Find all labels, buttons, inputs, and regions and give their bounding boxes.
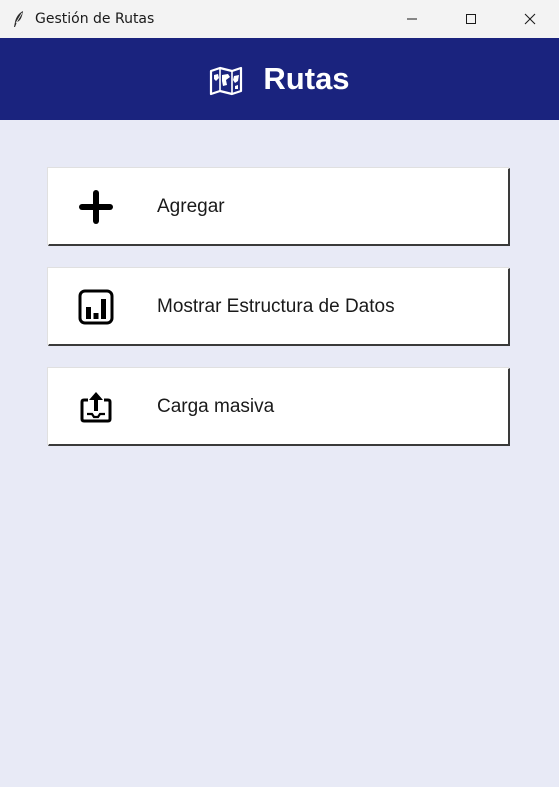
title-bar: Gestión de Rutas	[0, 0, 559, 38]
show-data-structure-button[interactable]: Mostrar Estructura de Datos	[48, 268, 510, 346]
maximize-button[interactable]	[441, 0, 500, 38]
feather-icon	[12, 10, 26, 28]
minimize-button[interactable]	[382, 0, 441, 38]
add-button[interactable]: Agregar	[48, 168, 510, 246]
minimize-icon	[406, 18, 417, 20]
show-data-structure-label: Mostrar Estructura de Datos	[157, 295, 395, 317]
bulk-upload-label: Carga masiva	[157, 395, 275, 417]
page-title: Rutas	[263, 61, 350, 96]
close-button[interactable]	[500, 0, 559, 38]
app-window: Gestión de Rutas Rutas Agregar Mostrar E…	[0, 0, 559, 787]
maximize-icon	[465, 14, 476, 24]
close-icon	[524, 13, 535, 25]
world-map-icon	[210, 66, 243, 96]
window-controls	[382, 0, 559, 38]
bulk-upload-button[interactable]: Carga masiva	[48, 368, 510, 446]
bar-chart-icon	[77, 288, 115, 326]
upload-icon	[77, 388, 115, 426]
window-title: Gestión de Rutas	[35, 11, 155, 27]
plus-icon	[77, 188, 115, 226]
page-header: Rutas	[0, 38, 559, 120]
add-button-label: Agregar	[157, 195, 225, 217]
